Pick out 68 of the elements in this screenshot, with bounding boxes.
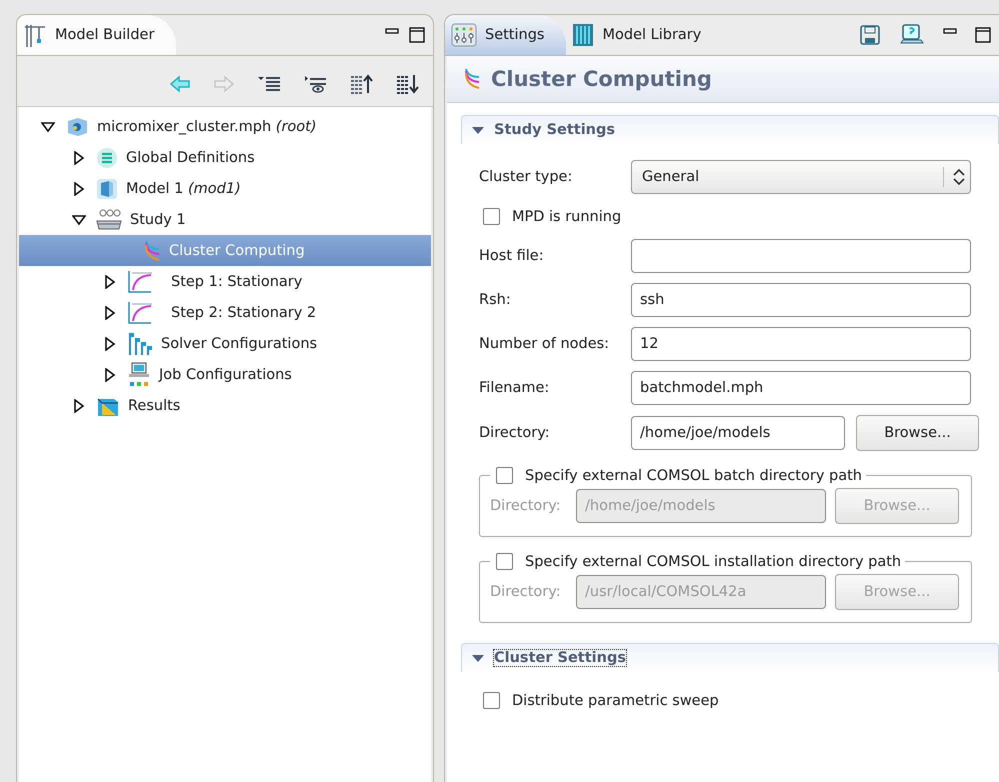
minimize-icon [943,28,957,34]
expand-arrow-icon[interactable] [72,150,86,164]
cube-icon [96,178,118,200]
tree-chart-icon [127,332,153,356]
cluster-icon [463,67,481,91]
curve-icon [127,300,153,324]
model-builder-tab[interactable]: Model Builder [17,15,176,55]
move-down-icon[interactable] [395,74,419,94]
field-label: Filename: [479,380,550,396]
input-field[interactable]: 12 [631,327,971,361]
section-header[interactable]: Cluster Settings [461,643,999,672]
input-field[interactable]: /home/joe/models [631,416,845,450]
library-icon [572,23,594,47]
study-icon [96,208,122,230]
input-field[interactable] [631,239,971,273]
list-icon [96,146,118,168]
checkbox[interactable] [483,692,500,709]
field-label: Host file: [479,248,545,264]
field-label: Number of nodes: [479,336,610,352]
checkbox-label: MPD is running [512,208,622,224]
show-eye-icon[interactable] [303,74,327,94]
save-icon[interactable] [859,24,881,46]
computer-icon [127,362,151,388]
expand-arrow-icon[interactable] [103,274,117,288]
expand-arrow-icon[interactable] [103,306,117,320]
move-up-icon[interactable] [349,74,373,94]
panel-tab[interactable]: Settings [445,15,566,55]
curve-icon [127,270,153,294]
checkbox-label: Distribute parametric sweep [512,692,719,708]
collapse-arrow-icon[interactable] [72,212,86,226]
checkbox[interactable] [483,208,500,225]
checkbox-label: Specify external COMSOL installation directory path [525,554,902,570]
section-title: Cluster Settings [494,650,626,666]
sliders-icon [451,23,477,47]
maximize-icon [409,27,425,43]
field-label: Cluster type: [479,169,574,185]
tree-item[interactable]: Study 1 [19,204,431,235]
maximize-icon [975,27,991,43]
expand-arrow-icon[interactable] [72,398,86,412]
tree-item[interactable]: micromixer_cluster.mph (root) [19,111,431,142]
cluster-icon [143,238,161,262]
checkbox-label: Specify external COMSOL batch directory path [525,468,862,484]
section-title: Study Settings [494,122,616,138]
minimize-icon [385,28,399,34]
tree-item[interactable]: Results [19,390,431,421]
settings-title: Cluster Computing [491,67,712,91]
input-field[interactable]: batchmodel.mph [631,371,971,405]
tree-item[interactable]: Global Definitions [19,142,431,173]
field-label: Directory: [490,584,562,600]
field-label: Rsh: [479,292,512,308]
section-header[interactable]: Study Settings [461,115,999,144]
crane-icon [23,22,47,48]
tree-item[interactable]: Step 1: Stationary [19,266,431,297]
collapse-list-icon[interactable] [257,74,281,94]
tree-item[interactable]: Model 1 (mod1) [19,173,431,204]
field-label: Directory: [490,498,562,514]
expand-arrow-icon[interactable] [103,336,117,350]
expand-arrow-icon[interactable] [103,368,117,382]
browse-button[interactable]: Browse... [856,415,979,451]
tree-item[interactable]: Step 2: Stationary 2 [19,297,431,328]
tree-item[interactable]: Job Configurations [19,359,431,390]
input-field[interactable]: ssh [631,283,971,317]
collapse-arrow-icon[interactable] [41,120,55,134]
dropdown[interactable]: General [631,160,971,194]
tree-item[interactable]: Solver Configurations [19,328,431,359]
cube-icon [65,116,89,136]
expand-arrow-icon[interactable] [72,182,86,196]
field-label: Directory: [479,425,551,441]
